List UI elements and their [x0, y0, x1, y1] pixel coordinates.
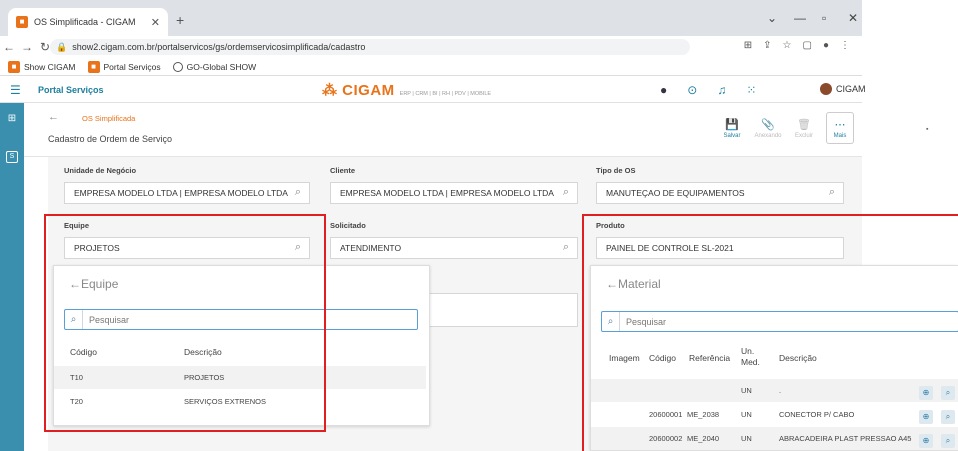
user-menu[interactable]: CIGAM	[820, 83, 866, 95]
bookmark-show-cigam[interactable]: ■ Show CIGAM	[8, 60, 76, 73]
more-label: Mais	[833, 132, 847, 139]
browser-tabbar: ■ OS Simplificada - CIGAM ✕ + ⌄ — ▫ ✕	[0, 0, 862, 36]
sidebar: ⊞ S	[0, 103, 24, 451]
sidepanel-icon[interactable]: ▢	[803, 40, 812, 51]
app-header: ☰ Portal Serviços ⁂ CIGAM ERP | CRM | BI…	[0, 77, 866, 103]
solicitado-label: Solicitado	[330, 221, 366, 230]
cliente-field[interactable]: EMPRESA MODELO LTDA | EMPRESA MODELO LTD…	[330, 182, 578, 204]
back-arrow-icon[interactable]: ←	[48, 111, 59, 123]
delete-button[interactable]: 🗑 Excluir	[790, 112, 818, 144]
back-arrow-icon[interactable]: ←	[0, 40, 18, 54]
toolbar: 💾 Salvar 📎 Anexando 🗑 Excluir ⋯ Mais	[718, 112, 854, 144]
forward-arrow-icon[interactable]: →	[18, 40, 36, 54]
cigam-favicon-icon: ■	[87, 60, 100, 73]
avatar	[820, 83, 832, 95]
search-icon[interactable]: ⌕	[563, 186, 569, 199]
tab-list-chevron-icon[interactable]: ⌄	[767, 11, 777, 25]
highlight-box-material	[582, 214, 958, 451]
search-icon[interactable]: ⌕	[563, 241, 569, 254]
lock-icon: 🔒	[56, 41, 68, 52]
url-text: show2.cigam.com.br/portalservicos/gs/ord…	[72, 42, 366, 52]
translate-icon[interactable]: ⊞	[744, 40, 752, 51]
search-icon[interactable]: ⌕	[829, 186, 835, 199]
breadcrumb[interactable]: OS Simplificada	[82, 114, 135, 123]
unidade-label: Unidade de Negócio	[64, 166, 137, 175]
browser-tab[interactable]: ■ OS Simplificada - CIGAM ✕	[8, 8, 168, 36]
floppy-icon: 💾	[725, 118, 739, 131]
bookmark-portal-servicos[interactable]: ■ Portal Serviços	[87, 60, 161, 73]
document-icon[interactable]: ⊞	[6, 113, 18, 125]
portal-title: Portal Serviços	[38, 85, 104, 95]
service-icon[interactable]: S	[6, 151, 18, 163]
bookmark-label: GO-Global SHOW	[186, 61, 257, 72]
profile-icon[interactable]: ●	[823, 40, 829, 51]
logo-word: CIGAM	[342, 82, 395, 99]
logo-text: ⁂ CIGAM	[322, 82, 395, 99]
bookmark-star-icon[interactable]: ☆	[783, 40, 792, 51]
browser-actions: ⊞ ⇪ ☆ ▢ ● ⋮	[744, 40, 850, 51]
side-widget-icon[interactable]: ▪	[926, 126, 928, 133]
support-agent-icon[interactable]: ●	[660, 83, 667, 97]
solicitado-value: ATENDIMENTO	[340, 243, 402, 253]
tipo-os-label: Tipo de OS	[596, 166, 636, 175]
solicitado-field[interactable]: ATENDIMENTO ⌕	[330, 237, 578, 259]
globe-icon	[172, 61, 183, 72]
header-icons: ● ⊙ ♫ ⁙	[660, 83, 756, 97]
bookmark-label: Show CIGAM	[24, 61, 76, 72]
more-button[interactable]: ⋯ Mais	[826, 112, 854, 144]
play-circle-icon[interactable]: ⊙	[687, 83, 697, 97]
minimize-button[interactable]: —	[794, 11, 806, 25]
more-dots-icon: ⋯	[834, 118, 846, 131]
apps-grid-icon[interactable]: ⁙	[746, 83, 756, 97]
cliente-value: EMPRESA MODELO LTDA | EMPRESA MODELO LTD…	[340, 188, 554, 198]
bookmark-label: Portal Serviços	[103, 61, 161, 72]
user-name: CIGAM	[836, 84, 866, 94]
logo-subtitle: ERP | CRM | BI | RH | PDV | MOBILE	[399, 91, 492, 97]
close-tab-icon[interactable]: ✕	[151, 16, 160, 29]
hamburger-menu-icon[interactable]: ☰	[10, 83, 21, 97]
unidade-value: EMPRESA MODELO LTDA | EMPRESA MODELO LTD…	[74, 188, 288, 198]
save-label: Salvar	[723, 132, 741, 139]
maximize-button[interactable]: ▫	[822, 11, 826, 25]
share-icon[interactable]: ⇪	[763, 40, 771, 51]
tipo-os-value: MANUTEÇAO DE EQUIPAMENTOS	[606, 188, 745, 198]
bookmarks-bar: ■ Show CIGAM ■ Portal Serviços GO-Global…	[0, 58, 862, 76]
attach-label: Anexando	[754, 132, 782, 139]
cigam-favicon-icon: ■	[16, 16, 28, 28]
delete-label: Excluir	[794, 132, 813, 139]
bookmark-go-global[interactable]: GO-Global SHOW	[172, 61, 257, 72]
new-tab-button[interactable]: +	[176, 12, 184, 28]
close-window-button[interactable]: ✕	[848, 11, 858, 25]
save-button[interactable]: 💾 Salvar	[718, 112, 746, 144]
cigam-logo: ⁂ CIGAM ERP | CRM | BI | RH | PDV | MOBI…	[322, 81, 491, 99]
page-title: Cadastro de Ordem de Serviço	[48, 134, 173, 144]
cliente-label: Cliente	[330, 166, 356, 175]
address-bar-row: ← → ↻ 🔒 show2.cigam.com.br/portalservico…	[0, 36, 862, 58]
unidade-field[interactable]: EMPRESA MODELO LTDA | EMPRESA MODELO LTD…	[64, 182, 310, 204]
menu-dots-icon[interactable]: ⋮	[840, 40, 850, 51]
paperclip-icon: 📎	[761, 118, 775, 131]
cigam-favicon-icon: ■	[8, 60, 20, 73]
bell-icon[interactable]: ♫	[717, 83, 726, 97]
attach-button[interactable]: 📎 Anexando	[754, 112, 782, 144]
highlight-box-equipe	[44, 214, 326, 432]
tab-title: OS Simplificada - CIGAM	[34, 17, 136, 27]
tipo-os-field[interactable]: MANUTEÇAO DE EQUIPAMENTOS ⌕	[596, 182, 844, 204]
url-field[interactable]: 🔒 show2.cigam.com.br/portalservicos/gs/o…	[50, 39, 690, 55]
search-icon[interactable]: ⌕	[295, 186, 301, 199]
trash-icon: 🗑	[797, 118, 811, 131]
